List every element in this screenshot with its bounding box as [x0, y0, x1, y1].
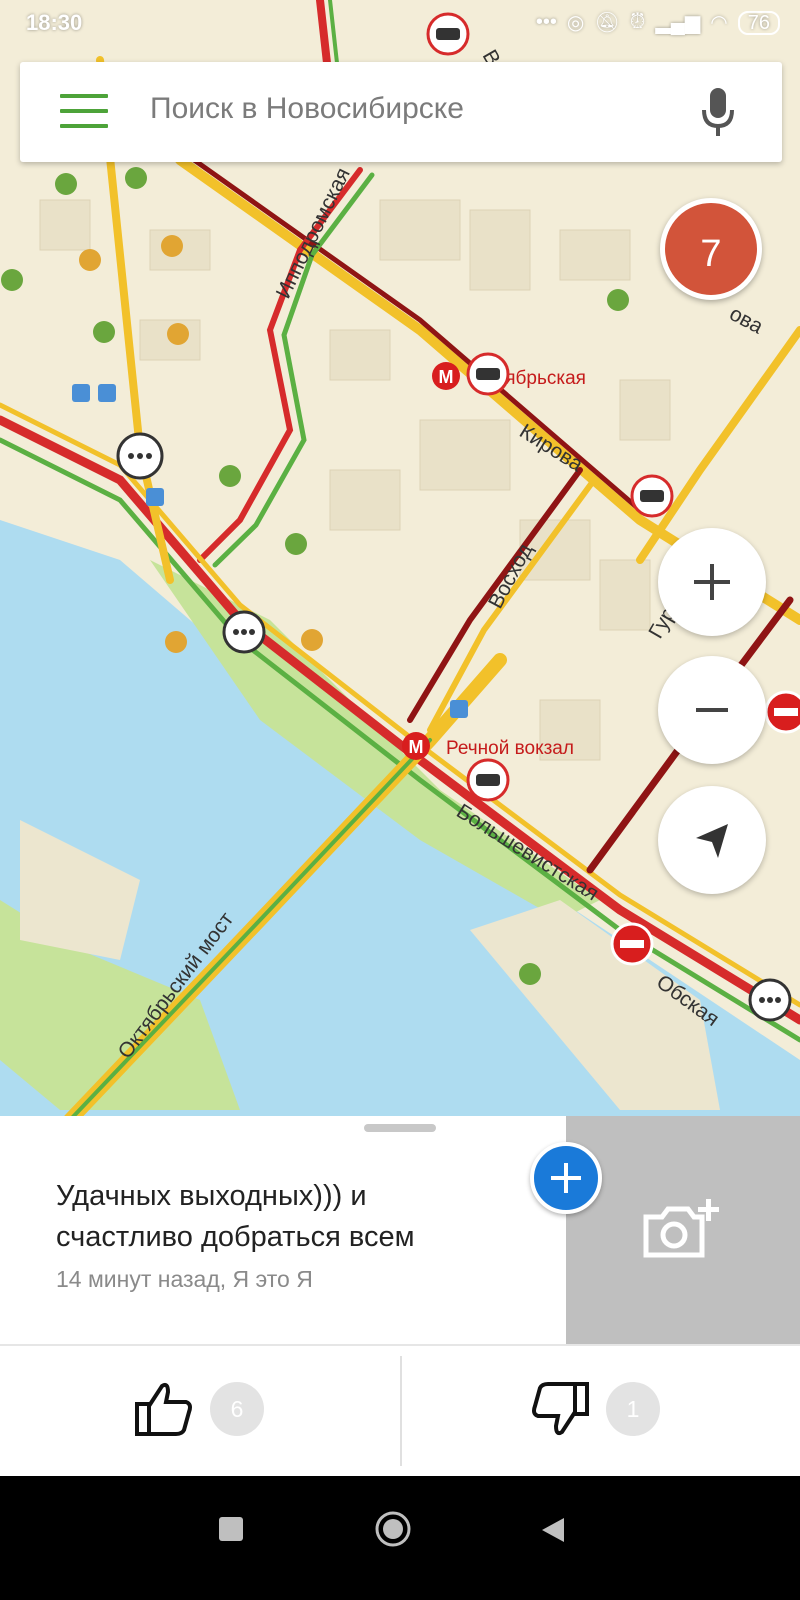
alarm-icon: ⏰︎	[629, 11, 646, 33]
zoom-out-button[interactable]	[658, 656, 766, 764]
back-button[interactable]	[540, 1516, 566, 1549]
metro-marker-oktyabrskaya[interactable]: M	[432, 362, 460, 390]
chat-bubble-marker[interactable]	[222, 610, 266, 654]
post-text-line: Удачных выходных))) и	[56, 1180, 367, 1212]
triangle-back-icon	[542, 1518, 564, 1542]
vote-divider	[400, 1356, 402, 1466]
park-poi-icon	[1, 269, 23, 291]
event-bottom-sheet[interactable]: Удачных выходных))) и счастливо добратьс…	[0, 1116, 800, 1476]
road-closed-marker[interactable]	[610, 922, 654, 966]
thumbs-down-icon	[532, 1382, 589, 1436]
thumbs-up-icon	[135, 1382, 192, 1436]
dislike-count: 1	[606, 1382, 660, 1436]
post-message: Удачных выходных))) и счастливо добратьс…	[56, 1176, 546, 1258]
bus-stop-icon	[146, 488, 164, 506]
recent-apps-button[interactable]	[218, 1516, 244, 1547]
park-poi-icon	[125, 167, 147, 189]
post-meta: 14 минут назад, Я это Я	[56, 1266, 313, 1292]
more-dots-icon: •••	[535, 11, 557, 33]
park-poi-icon	[285, 533, 307, 555]
accident-marker[interactable]	[466, 352, 510, 396]
metro-label-rechnoy-vokzal: Речной вокзал	[446, 738, 574, 759]
my-location-button[interactable]	[658, 786, 766, 894]
plus-icon	[694, 564, 730, 600]
microphone-icon[interactable]	[698, 86, 738, 142]
bus-stop-icon	[450, 700, 468, 718]
dislike-button[interactable]: 1	[530, 1374, 660, 1444]
accident-marker[interactable]	[630, 474, 674, 518]
add-photo-button[interactable]	[566, 1116, 800, 1344]
hotspot-icon: ◎	[566, 12, 585, 34]
traffic-score-badge[interactable]: 7	[660, 198, 762, 300]
park-poi-icon	[93, 321, 115, 343]
park-poi-icon	[55, 173, 77, 195]
circle-home-icon	[375, 1511, 411, 1547]
museum-poi-icon	[79, 249, 101, 271]
status-time: 18:30	[26, 10, 83, 35]
museum-poi-icon	[161, 235, 183, 257]
add-comment-button[interactable]	[530, 1142, 602, 1214]
like-count: 6	[210, 1382, 264, 1436]
svg-text:M: M	[409, 737, 424, 757]
signal-icon: ▂▄▆	[655, 12, 701, 34]
accident-marker[interactable]	[466, 758, 510, 802]
park-poi-icon	[219, 465, 241, 487]
navigation-arrow-icon	[696, 824, 728, 858]
sheet-drag-handle[interactable]	[364, 1124, 436, 1132]
museum-poi-icon	[165, 631, 187, 653]
metro-marker-rechnoy-vokzal[interactable]: M	[402, 732, 430, 760]
camera-add-icon	[643, 1199, 719, 1258]
bus-stop-icon	[72, 384, 90, 402]
post-text-line: счастливо добраться всем	[56, 1221, 415, 1253]
like-button[interactable]: 6	[134, 1374, 264, 1444]
menu-icon[interactable]	[60, 94, 108, 130]
tram-stop-icon	[98, 384, 116, 402]
chat-bubble-marker[interactable]	[748, 978, 792, 1022]
search-input[interactable]: Поиск в Новосибирске	[150, 92, 464, 126]
svg-text:M: M	[439, 367, 454, 387]
mute-bell-icon: 🔕︎	[594, 12, 620, 34]
wifi-icon: ◠	[710, 12, 728, 34]
system-navigation-bar	[0, 1476, 800, 1600]
museum-poi-icon	[167, 323, 189, 345]
chat-bubble-marker[interactable]	[116, 432, 164, 480]
museum-poi-icon	[301, 629, 323, 651]
vote-area: 6 1	[0, 1346, 800, 1476]
battery-indicator: 76	[737, 10, 780, 35]
park-poi-icon	[519, 963, 541, 985]
zoom-in-button[interactable]	[658, 528, 766, 636]
status-icons: ••• ◎ 🔕︎ ⏰︎ ▂▄▆ ◠ 76	[536, 10, 780, 35]
park-poi-icon	[607, 289, 629, 311]
road-closed-marker[interactable]	[764, 690, 800, 734]
minus-icon	[696, 708, 728, 712]
status-bar: 18:30 ••• ◎ 🔕︎ ⏰︎ ▂▄▆ ◠ 76	[0, 0, 800, 50]
home-button[interactable]	[374, 1510, 412, 1553]
square-icon	[219, 1517, 243, 1541]
plus-icon	[551, 1163, 581, 1193]
search-bar[interactable]: Поиск в Новосибирске	[20, 62, 782, 162]
